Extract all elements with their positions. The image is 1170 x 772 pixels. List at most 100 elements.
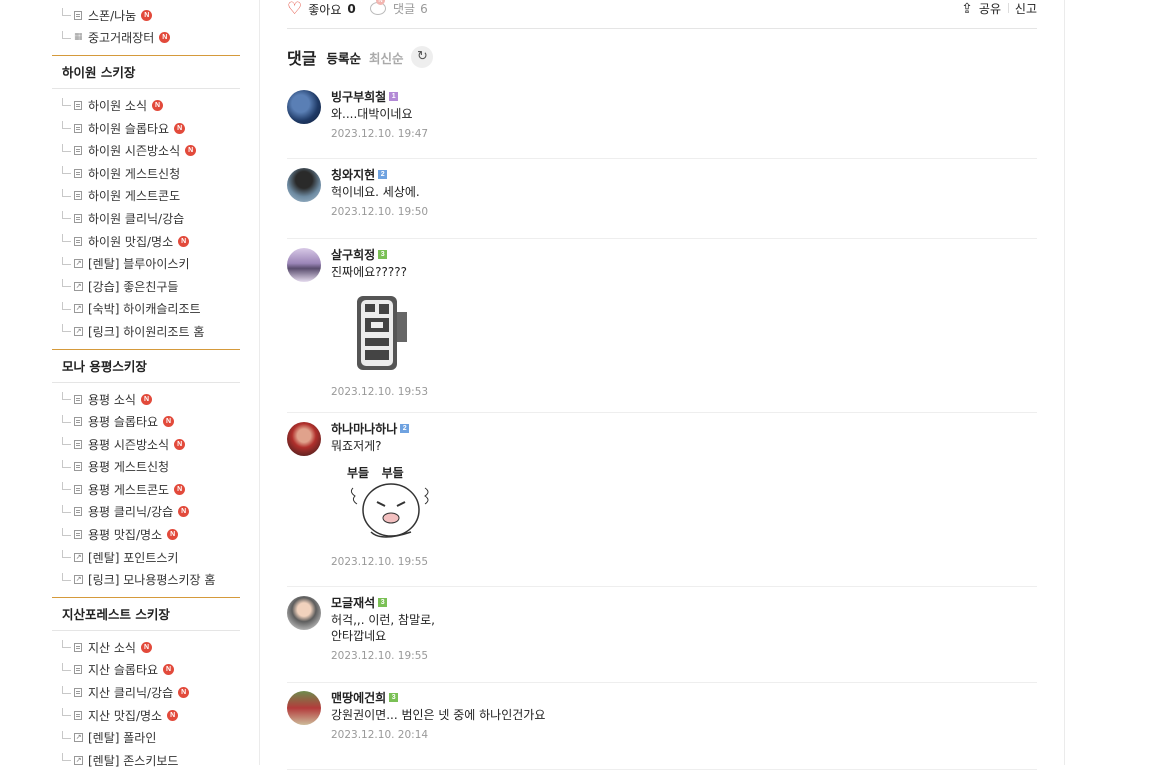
sidebar-divider (259, 0, 260, 765)
comment-text: 진짜에요????? (331, 265, 408, 279)
sidebar-menu-item[interactable]: 용평 맛집/명소 N (52, 523, 240, 546)
sidebar-menu-item[interactable]: 하이원 슬롭타요 N (52, 117, 240, 140)
share-icon: ⇪ (961, 0, 973, 17)
comment-author[interactable]: 살구희정 3 (331, 246, 428, 262)
sidebar-item-label: 하이원 슬롭타요 (88, 121, 170, 136)
sidebar-menu-item[interactable]: 용평 게스트콘도 N (52, 478, 240, 501)
report-button[interactable]: 신고 (1015, 0, 1037, 17)
sidebar-menu-item[interactable]: 지산 클리닉/강습 N (52, 681, 240, 704)
comment-author[interactable]: 모글재석 3 (331, 594, 435, 610)
avatar[interactable] (287, 596, 321, 630)
sort-by-registered[interactable]: 등록순 (326, 48, 361, 67)
content-right-divider (1064, 0, 1065, 765)
board-icon (74, 146, 82, 156)
comment-author[interactable]: 맨땅에건희 3 (331, 689, 545, 705)
sidebar-menu-item[interactable]: ↗ [링크] 모나용평스키장 홈 (52, 568, 240, 591)
sidebar-section-title[interactable]: 하이원 스키장 (52, 55, 240, 90)
avatar[interactable] (287, 248, 321, 282)
tree-branch (62, 437, 71, 446)
sidebar-menu-item[interactable]: ↗ [렌탈] 포인트스키 (52, 546, 240, 569)
comment-author[interactable]: 칭와지현 2 (331, 166, 428, 182)
sidebar-menu-item[interactable]: 하이원 클리닉/강습 (52, 207, 240, 230)
sidebar-menu-item[interactable]: ↗ [강습] 좋은친구들 (52, 275, 240, 298)
avatar[interactable] (287, 691, 321, 725)
board-icon (74, 530, 82, 540)
sticker-budeul-image: 부들 부들 (345, 464, 445, 546)
member-level-icon: 3 (389, 692, 399, 702)
link-icon: ↗ (74, 755, 83, 765)
sidebar-menu-item[interactable]: ↗ [렌탈] 블루아이스키 (52, 252, 240, 275)
sidebar-menu-item[interactable]: 용평 슬롭타요 N (52, 410, 240, 433)
avatar[interactable] (287, 422, 321, 456)
sort-by-latest[interactable]: 최신순 (369, 48, 404, 67)
share-button[interactable]: ⇪ 공유 (961, 0, 1001, 17)
comment-author-name[interactable]: 빙구부희철 (331, 88, 386, 105)
sidebar-section-title[interactable]: 모나 용평스키장 (52, 348, 240, 383)
tree-branch (62, 98, 71, 107)
sidebar-menu-item[interactable]: ↗ [렌탈] 존스키보드 (52, 749, 240, 772)
comment-date: 2023.12.10. 19:50 (331, 206, 429, 218)
member-level-icon: 3 (378, 597, 388, 607)
sidebar-menu-item[interactable]: 지산 슬롭타요 N (52, 659, 240, 682)
comment-count-button[interactable]: 댓글 6 (370, 0, 428, 17)
board-icon (74, 484, 82, 494)
sidebar-menu-item[interactable]: ↗ [숙박] 하이캐슬리조트 (52, 298, 240, 321)
board-icon (74, 100, 82, 110)
tree-branch (62, 504, 71, 513)
sidebar-menu-item[interactable]: 용평 소식 N (52, 388, 240, 411)
sidebar-menu-item[interactable]: 용평 게스트신청 (52, 456, 240, 479)
new-badge: N (174, 483, 186, 495)
comment-author[interactable]: 하나마나하나 2 (331, 420, 445, 436)
refresh-icon[interactable]: ↻ (411, 46, 434, 68)
like-button[interactable]: ♡ 좋아요 0 (287, 0, 356, 18)
comments-header: 댓글 등록순 최신순 ↻ (287, 45, 434, 69)
sidebar-menu-item[interactable]: 용평 클리닉/강습 N (52, 501, 240, 524)
board-icon (74, 123, 82, 133)
sidebar-menu-item[interactable]: 용평 시즌방소식 N (52, 433, 240, 456)
comment-author-name[interactable]: 모글재석 (331, 594, 375, 611)
share-label: 공유 (978, 2, 1001, 16)
new-badge: N (152, 99, 164, 111)
member-level-icon: 2 (378, 169, 388, 179)
sidebar-menu-item[interactable]: ↗ [렌탈] 폴라인 (52, 726, 240, 749)
comment-author[interactable]: 빙구부희철 1 (331, 88, 428, 104)
sidebar-menu-item[interactable]: 하이원 시즌방소식 N (52, 139, 240, 162)
tree-branch (62, 572, 71, 581)
sidebar-item-label: [링크] 하이원리조트 홈 (88, 324, 205, 339)
sidebar-menu-item[interactable]: ▦ 중고거래장터 N (52, 27, 240, 50)
comment-author-name[interactable]: 맨땅에건희 (331, 689, 386, 706)
comment-body: 빙구부희철 1 와....대박이네요 2023.12.10. 19:47 (331, 88, 428, 141)
sidebar-menu-item[interactable]: 하이원 맛집/명소 N (52, 230, 240, 253)
sidebar-menu-item[interactable]: 하이원 게스트신청 (52, 162, 240, 185)
link-icon: ↗ (74, 733, 83, 743)
avatar[interactable] (287, 168, 321, 202)
new-badge: N (140, 641, 152, 653)
sidebar-item-label: 하이원 게스트콘도 (88, 189, 181, 204)
comment-author-name[interactable]: 하나마나하나 (331, 420, 397, 437)
comment-item: 맨땅에건희 3 강원권이면... 범인은 넷 중에 하나인건가요 2023.12.10… (287, 689, 1037, 770)
board-icon (74, 417, 82, 427)
sidebar-menu-item[interactable]: 하이원 게스트콘도 (52, 185, 240, 208)
sidebar-menu-item[interactable]: 지산 맛집/명소 N (52, 704, 240, 727)
link-icon: ↗ (74, 259, 83, 269)
tree-branch (62, 256, 71, 265)
sidebar-menu-item[interactable]: 스폰/나눔 N (52, 4, 240, 27)
comment-text: 헉이네요. 세상에. (331, 185, 420, 199)
tree-branch (62, 685, 71, 694)
sidebar-item-label: 용평 게스트신청 (88, 460, 170, 475)
sidebar-section-title[interactable]: 지산포레스트 스키장 (52, 597, 240, 632)
comment-author-name[interactable]: 살구희정 (331, 246, 375, 263)
comment-author-name[interactable]: 칭와지현 (331, 166, 375, 183)
sidebar-item-label: [링크] 모나용평스키장 홈 (88, 573, 216, 588)
sticker-heol-image (351, 292, 413, 374)
avatar[interactable] (287, 90, 321, 124)
comment-item: 빙구부희철 1 와....대박이네요 2023.12.10. 19:47 (287, 88, 1037, 159)
sidebar-item-label: 용평 맛집/명소 (88, 528, 163, 543)
sidebar-menu-item[interactable]: ↗ [링크] 하이원리조트 홈 (52, 320, 240, 343)
sidebar-menu-item[interactable]: 하이원 소식 N (52, 94, 240, 117)
sidebar-menu-item[interactable]: 지산 소식 N (52, 636, 240, 659)
tree-branch (62, 459, 71, 468)
comment-date: 2023.12.10. 19:55 (331, 650, 429, 662)
tree-branch (62, 279, 71, 288)
board-icon (74, 710, 82, 720)
